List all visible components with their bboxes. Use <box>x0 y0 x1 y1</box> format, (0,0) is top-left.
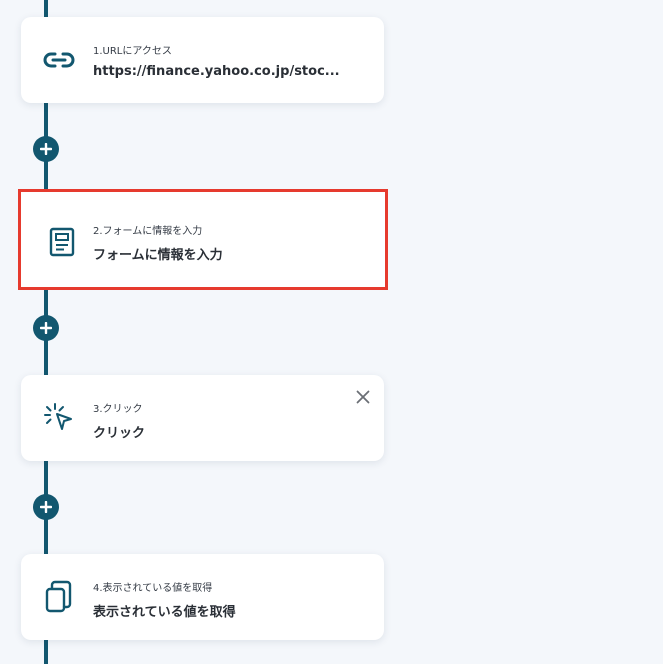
step-label: 2.フォームに情報を入力 <box>93 226 203 237</box>
link-icon <box>41 42 77 78</box>
plus-icon <box>40 322 52 334</box>
add-step-button[interactable] <box>33 315 59 341</box>
add-step-button[interactable] <box>33 494 59 520</box>
step-value: フォームに情報を入力 <box>93 248 223 263</box>
cursor-click-icon <box>41 400 77 436</box>
form-icon <box>44 224 80 260</box>
step-value: https://finance.yahoo.co.jp/stoc... <box>93 64 340 79</box>
plus-icon <box>40 143 52 155</box>
plus-icon <box>40 501 52 513</box>
step-card-1[interactable]: 1.URLにアクセス https://finance.yahoo.co.jp/s… <box>21 17 384 103</box>
step-value: クリック <box>93 426 146 441</box>
copy-icon <box>41 579 77 615</box>
add-step-button[interactable] <box>33 136 59 162</box>
step-card-4[interactable]: 4.表示されている値を取得 表示されている値を取得 <box>21 554 384 640</box>
step-label: 3.クリック <box>93 404 143 415</box>
step-label: 1.URLにアクセス <box>93 46 172 57</box>
step-card-2[interactable]: 2.フォームに情報を入力 フォームに情報を入力 <box>18 189 388 290</box>
step-card-3[interactable]: 3.クリック クリック <box>21 375 384 461</box>
step-label: 4.表示されている値を取得 <box>93 583 213 594</box>
step-value: 表示されている値を取得 <box>93 605 236 620</box>
close-icon[interactable] <box>356 389 370 404</box>
